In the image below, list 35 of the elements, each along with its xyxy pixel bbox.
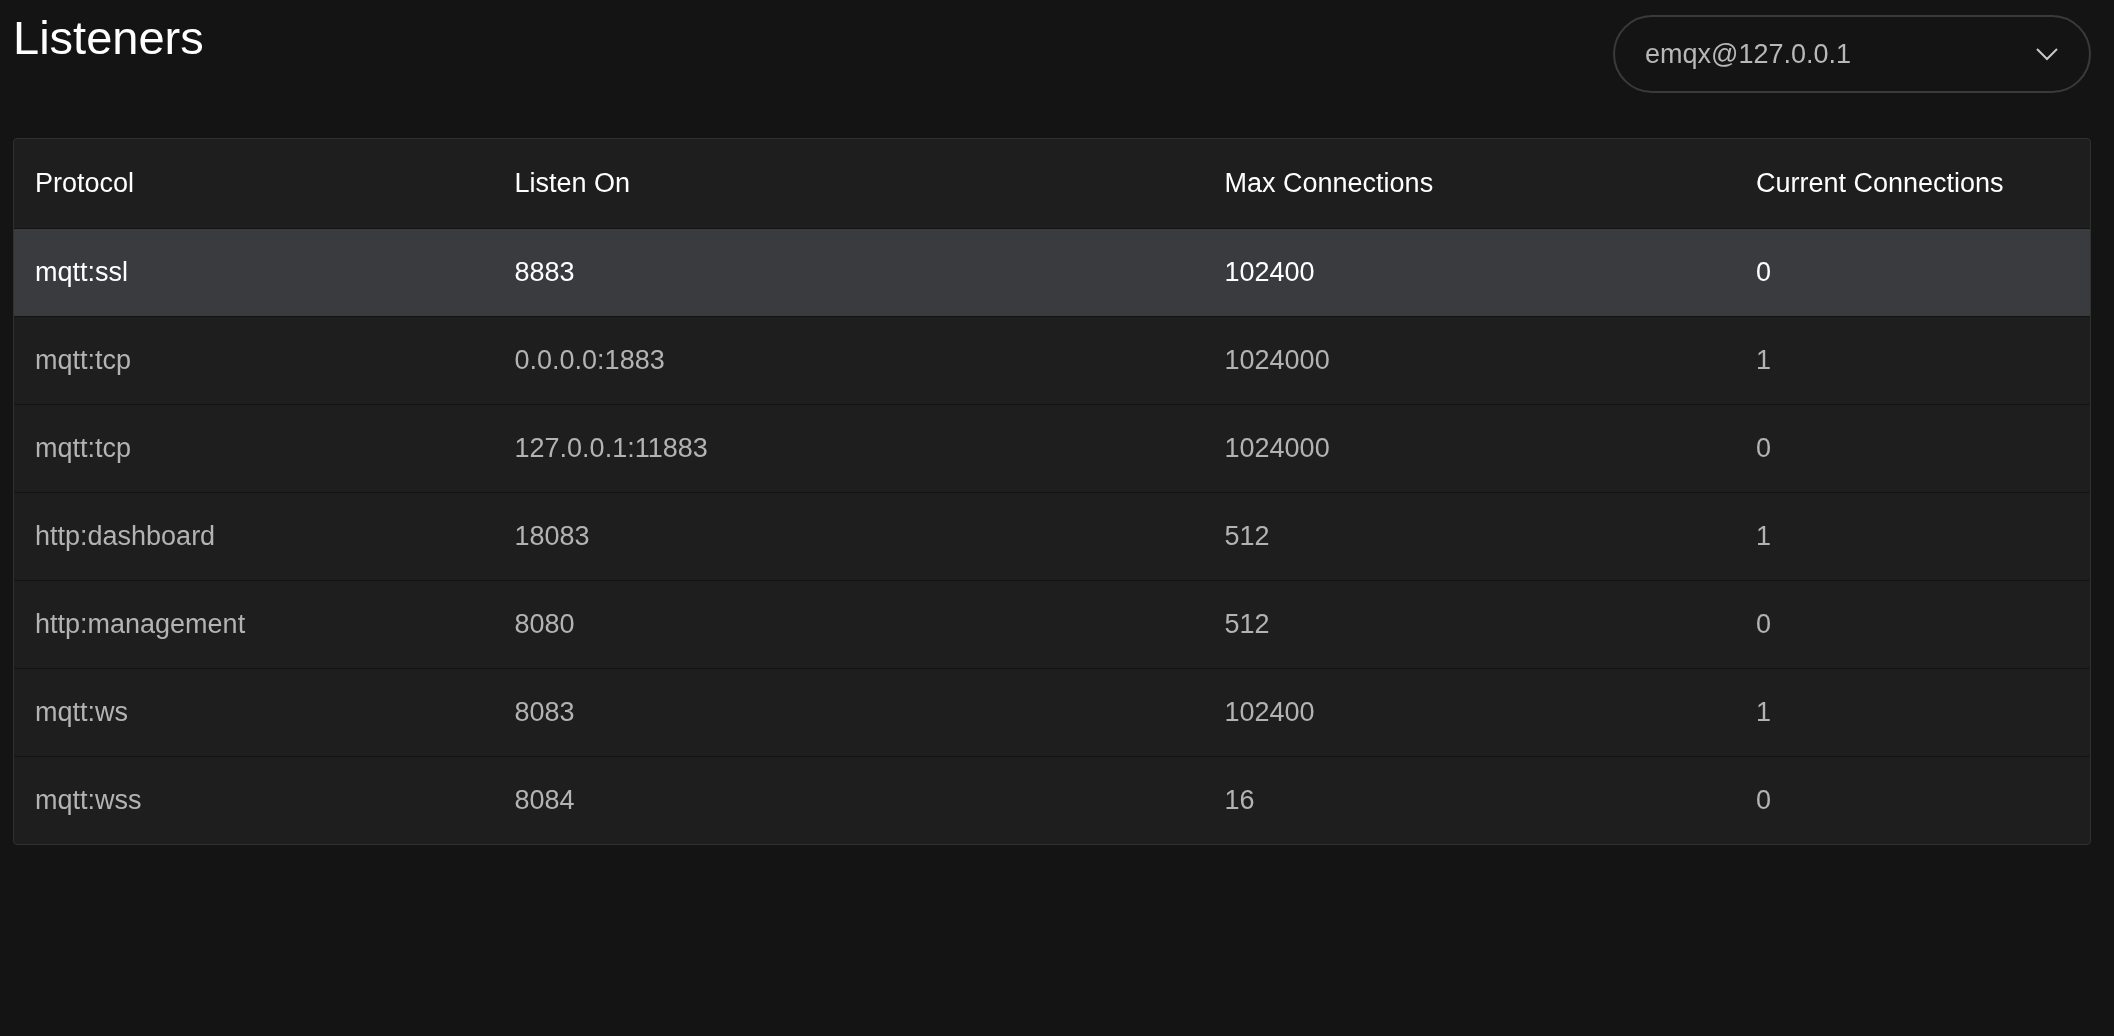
table-cell: 1024000 [1203, 404, 1735, 492]
table-cell: 18083 [493, 492, 1204, 580]
table-cell: 102400 [1203, 228, 1735, 316]
table-cell: 8084 [493, 756, 1204, 844]
table-cell: http:management [14, 580, 494, 668]
table-cell: 8083 [493, 668, 1204, 756]
table-cell: 0.0.0.0:1883 [493, 316, 1204, 404]
table-cell: 127.0.0.1:11883 [493, 404, 1204, 492]
table-cell: mqtt:ws [14, 668, 494, 756]
table-cell: 512 [1203, 580, 1735, 668]
table-cell: mqtt:tcp [14, 316, 494, 404]
table-cell: 0 [1735, 756, 2090, 844]
table-cell: 0 [1735, 404, 2090, 492]
table-cell: 1024000 [1203, 316, 1735, 404]
chevron-down-icon [2035, 47, 2059, 61]
table-cell: mqtt:wss [14, 756, 494, 844]
table-cell: 1 [1735, 492, 2090, 580]
table-cell: 8080 [493, 580, 1204, 668]
table-cell: 0 [1735, 228, 2090, 316]
page-title: Listeners [13, 10, 204, 66]
column-header: Listen On [493, 139, 1204, 228]
table-cell: 8883 [493, 228, 1204, 316]
table-cell: 0 [1735, 580, 2090, 668]
table-cell: http:dashboard [14, 492, 494, 580]
node-select[interactable]: emqx@127.0.0.1 [1613, 15, 2091, 93]
column-header: Protocol [14, 139, 494, 228]
table-cell: 1 [1735, 668, 2090, 756]
table-cell: mqtt:tcp [14, 404, 494, 492]
table-cell: 102400 [1203, 668, 1735, 756]
table-cell: mqtt:ssl [14, 228, 494, 316]
table-cell: 512 [1203, 492, 1735, 580]
column-header: Max Connections [1203, 139, 1735, 228]
table-cell: 1 [1735, 316, 2090, 404]
column-header: Current Connections [1735, 139, 2090, 228]
table-cell: 16 [1203, 756, 1735, 844]
